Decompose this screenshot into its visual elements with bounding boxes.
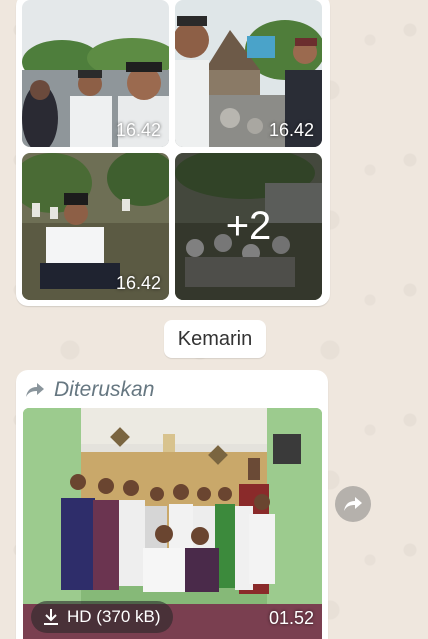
album-photo-2[interactable]: 16.42: [175, 0, 322, 147]
album-photo-3[interactable]: 16.42: [22, 153, 169, 300]
photo-2-timestamp: 16.42: [268, 120, 314, 140]
video-thumbnail[interactable]: HD (370 kB) 01.52: [23, 408, 322, 639]
hd-download-button[interactable]: HD (370 kB): [31, 601, 173, 633]
share-forward-icon: [344, 497, 362, 511]
more-photos-overlay: +2: [175, 153, 322, 300]
forwarded-video-message[interactable]: Diteruskan HD (370 kB) 01.52: [16, 370, 328, 639]
photo-1-timestamp: 16.42: [115, 120, 161, 140]
video-duration: 01.52: [268, 608, 314, 628]
forwarded-label: Diteruskan: [54, 378, 155, 401]
album-photo-4-more[interactable]: +2: [175, 153, 322, 300]
forwarded-arrow-icon: [26, 383, 44, 397]
date-separator-label: Kemarin: [177, 327, 253, 350]
album-photo-1[interactable]: 16.42: [22, 0, 169, 147]
photo-3-timestamp: 16.42: [115, 273, 161, 293]
forward-share-button[interactable]: [335, 486, 371, 522]
hd-size-label: HD (370 kB): [67, 607, 161, 626]
more-photos-count: +2: [225, 204, 272, 248]
photo-album-message[interactable]: 16.42 16.42 16.42 +2: [16, 0, 330, 306]
date-separator: Kemarin: [164, 320, 266, 358]
download-icon: [44, 609, 58, 625]
forwarded-indicator: Diteruskan: [24, 378, 154, 402]
